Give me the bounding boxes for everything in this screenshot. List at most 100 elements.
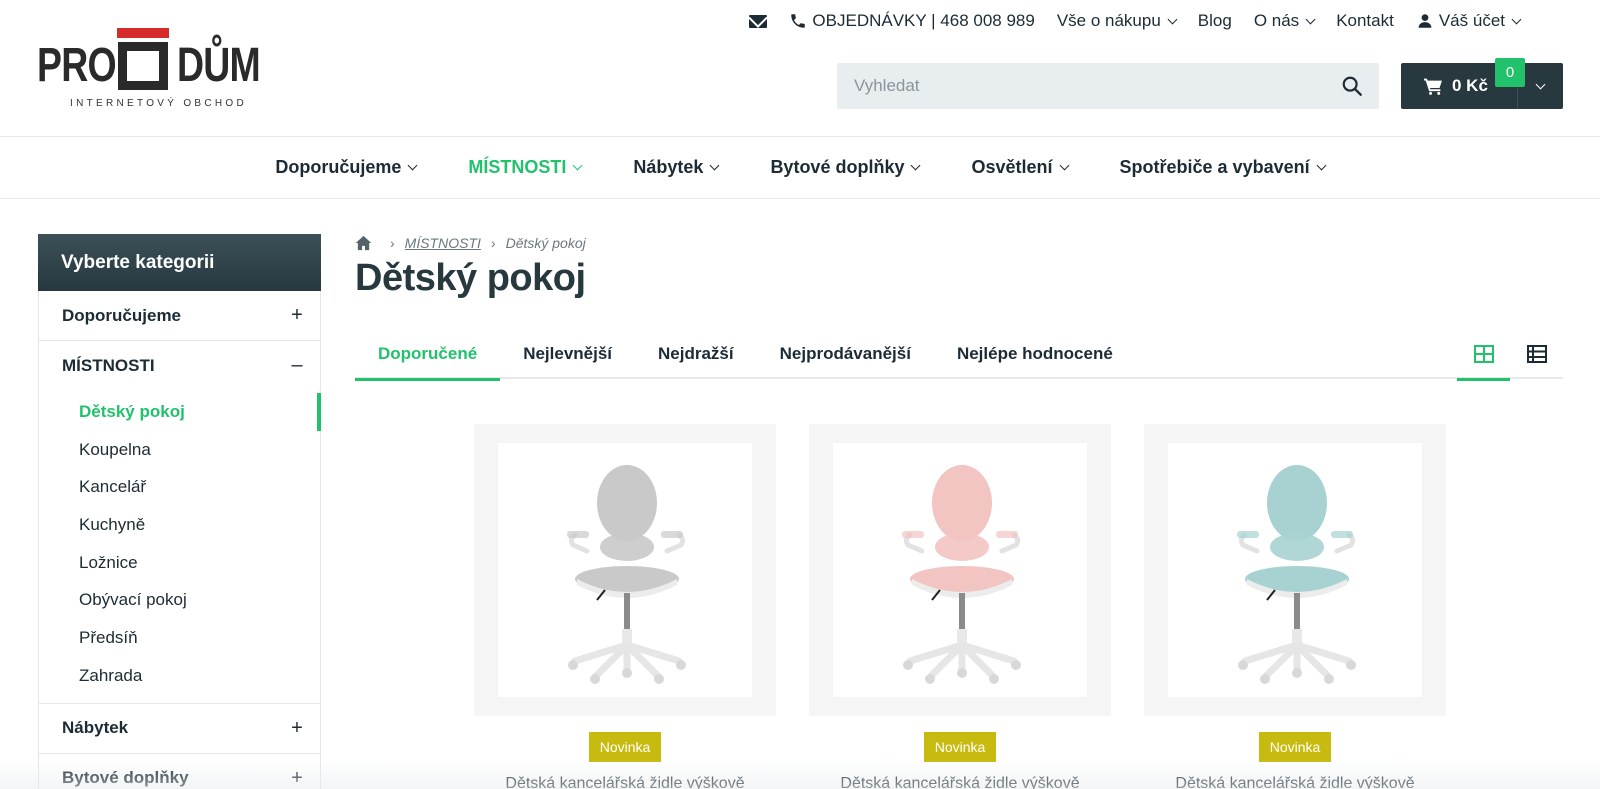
mainnav-item-label: MÍSTNOSTI [468,157,567,177]
sidebar-item-recommended[interactable]: Doporučujeme + [39,291,320,340]
topnav-blog-label: Blog [1197,11,1232,30]
tab-most-expensive[interactable]: Nejdražší [635,328,757,379]
chair-icon [567,465,686,684]
home-icon[interactable] [355,235,372,251]
sidebar-subitem-hallway[interactable]: Předsíň [39,619,320,657]
search-box [837,63,1379,109]
chevron-down-icon [911,160,921,171]
chevron-down-icon [407,160,418,171]
cart-icon [1424,78,1442,95]
cart-widget: 0 Kč 0 [1401,58,1563,109]
sidebar-subitem-office[interactable]: Kancelář [39,468,320,506]
sidebar-subitem-garden[interactable]: Zahrada [39,657,320,695]
page-title: Dětský pokoj [355,257,586,299]
sidebar-group-furniture: Nábytek + [38,703,321,754]
topnav-about[interactable]: O nás [1253,11,1316,31]
mainnav-item-label: Nábytek [633,157,704,177]
logo-square [118,42,168,90]
expand-icon[interactable]: + [290,717,304,740]
mainnav-item-label: Bytové doplňky [770,157,905,177]
sidebar-item-label: MÍSTNOSTI [62,355,155,375]
tab-recommended[interactable]: Doporučené [355,328,501,381]
chevron-down-icon [1316,160,1327,171]
topnav-contact-label: Kontakt [1336,11,1394,30]
mainnav-item-label: Osvětlení [971,157,1053,177]
logo-red-bar [117,28,169,38]
mainnav-item-appliances[interactable]: Spotřebiče a vybavení [1119,157,1327,178]
mainnav-item-lighting[interactable]: Osvětlení [971,157,1069,178]
product-card[interactable]: Novinka Dětská kancelářská židle výškově [1144,424,1446,789]
view-mode-switch [1457,328,1563,381]
logo-word-left: PRO [37,39,117,92]
mainnav-item-rooms[interactable]: MÍSTNOSTI [468,157,583,178]
sidebar-item-accessories[interactable]: Bytové doplňky + [39,754,320,789]
chevron-down-icon [572,160,583,171]
topnav-contact[interactable]: Kontakt [1336,11,1394,31]
breadcrumb-separator-icon: › [390,235,395,251]
product-card[interactable]: Novinka Dětská kancelářská židle výškově [809,424,1111,789]
tab-best-rated[interactable]: Nejlépe hodnocené [934,328,1136,379]
cart-total: 0 Kč [1452,76,1488,95]
grid-icon [1473,344,1494,363]
mainnav-item-label: Spotřebiče a vybavení [1119,157,1310,177]
breadcrumb-separator-icon: › [490,235,496,251]
search-input[interactable] [837,63,1379,109]
topnav-shopping-info[interactable]: Vše o nákupu [1057,11,1178,31]
mainnav-item-label: Doporučujeme [275,157,402,177]
mainnav-item-recommended[interactable]: Doporučujeme [275,157,418,178]
product-image[interactable] [474,424,776,716]
mainnav-item-furniture[interactable]: Nábytek [633,157,720,178]
tab-cheapest[interactable]: Nejlevnější [500,328,635,379]
user-icon [1418,14,1432,28]
mail-icon[interactable] [749,14,768,28]
product-name[interactable]: Dětská kancelářská židle výškově [505,775,744,789]
product-image[interactable] [809,424,1111,716]
topnav-about-label: O nás [1253,11,1300,30]
orders-phone-label: OBJEDNÁVKY | 468 008 989 [812,11,1035,30]
expand-icon[interactable]: + [290,767,304,789]
expand-icon[interactable]: + [290,304,304,327]
sidebar-item-rooms[interactable]: MÍSTNOSTI – [39,341,320,390]
list-icon [1526,344,1547,363]
product-image-frame [833,443,1087,697]
product-name[interactable]: Dětská kancelářská židle výškově [1175,775,1414,789]
new-badge: Novinka [1258,732,1332,762]
sidebar-item-label: Bytové doplňky [62,768,189,787]
chevron-down-icon [1305,14,1316,24]
topnav-blog[interactable]: Blog [1198,11,1232,31]
sidebar-subitem-bathroom[interactable]: Koupelna [39,431,320,469]
mainnav-item-accessories[interactable]: Bytové doplňky [770,157,921,178]
logo-subtitle: INTERNETOVÝ OBCHOD [70,98,248,109]
logo[interactable]: PRO DŮM INTERNETOVÝ OBCHOD [37,27,261,111]
chevron-down-icon [1535,79,1546,89]
new-badge: Novinka [923,732,997,762]
product-grid: Novinka Dětská kancelářská židle výškově… [474,424,1446,789]
topnav-account-label: Váš účet [1438,11,1505,30]
sidebar-group-accessories: Bytové doplňky + [38,753,321,789]
orders-phone-link[interactable]: OBJEDNÁVKY | 468 008 989 [789,11,1035,31]
breadcrumb-current: Dětský pokoj [505,235,586,251]
product-card[interactable]: Novinka Dětská kancelářská židle výškově [474,424,776,789]
sidebar-subitem-kids-room[interactable]: Dětský pokoj [39,393,321,431]
tab-best-selling[interactable]: Nejprodávanější [757,328,934,379]
list-view-button[interactable] [1510,328,1563,379]
cart-count-badge: 0 [1495,58,1525,87]
sidebar-subitem-bedroom[interactable]: Ložnice [39,544,320,582]
sidebar-title: Vyberte kategorii [38,234,321,291]
sidebar-subitem-kitchen[interactable]: Kuchyně [39,506,320,544]
product-name[interactable]: Dětská kancelářská židle výškově [840,775,1079,789]
search-icon[interactable] [1341,75,1363,97]
grid-view-button[interactable] [1457,328,1510,381]
sidebar-item-label: Doporučujeme [62,305,182,325]
product-image[interactable] [1144,424,1446,716]
chair-icon [1237,465,1356,684]
sort-tabs: Doporučené Nejlevnější Nejdražší Nejprod… [355,328,1563,381]
sidebar-item-furniture[interactable]: Nábytek + [39,704,320,753]
collapse-icon[interactable]: – [290,354,304,377]
sidebar-item-label: Nábytek [62,718,129,737]
sidebar-group-recommended: Doporučujeme + [38,291,321,341]
sidebar-subitem-living-room[interactable]: Obývací pokoj [39,581,320,619]
topnav-account[interactable]: Váš účet [1416,11,1522,31]
breadcrumb-parent-link[interactable]: MÍSTNOSTI [405,235,481,251]
main-navigation: Doporučujeme MÍSTNOSTI Nábytek Bytové do… [0,136,1600,199]
